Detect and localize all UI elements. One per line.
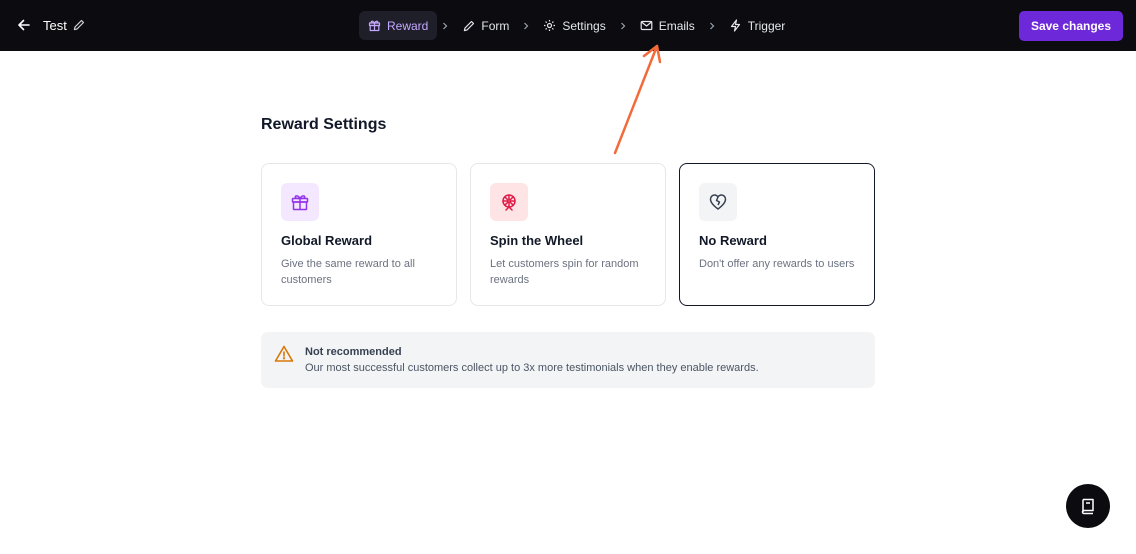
heart-crack-icon	[699, 183, 737, 221]
ferris-wheel-icon	[490, 183, 528, 221]
chevron-right-icon	[705, 11, 719, 40]
pencil-icon	[462, 19, 475, 32]
mail-icon	[640, 19, 653, 32]
pencil-icon	[73, 19, 85, 31]
tab-emails-label: Emails	[658, 18, 695, 33]
tab-form-label: Form	[481, 18, 510, 33]
tab-trigger-label: Trigger	[747, 18, 786, 33]
gift-icon	[281, 183, 319, 221]
save-changes-button[interactable]: Save changes	[1018, 11, 1123, 41]
card-description: Let customers spin for random rewards	[490, 258, 639, 286]
tab-reward[interactable]: Reward	[359, 11, 438, 40]
back-button[interactable]	[14, 15, 34, 35]
arrow-left-icon	[18, 19, 30, 31]
warning-banner: Not recommended Our most successful cust…	[261, 332, 875, 388]
card-title: Global Reward	[281, 233, 373, 248]
card-title: No Reward	[699, 233, 767, 248]
help-button[interactable]	[1066, 484, 1110, 528]
warning-triangle-icon	[274, 345, 294, 362]
card-description: Don't offer any rewards to users	[699, 258, 855, 270]
tab-settings-label: Settings	[562, 18, 606, 33]
card-title: Spin the Wheel	[490, 233, 584, 248]
tab-reward-label: Reward	[387, 18, 429, 33]
card-description: Give the same reward to all customers	[281, 258, 415, 286]
gift-icon	[368, 19, 381, 32]
step-navigation: Reward Form Settings Emails Trigger	[359, 11, 794, 40]
reward-card-spin[interactable]: Spin the Wheel Let customers spin for ra…	[470, 163, 666, 306]
lightning-icon	[729, 19, 742, 32]
reward-options: Global Reward Give the same reward to al…	[261, 163, 875, 306]
top-bar: Test Reward Form Settings Emails Trigger…	[0, 0, 1136, 51]
warning-text: Our most successful customers collect up…	[305, 362, 759, 374]
edit-title-button[interactable]	[72, 18, 86, 32]
chevron-right-icon	[519, 11, 533, 40]
page-title: Reward Settings	[261, 116, 387, 133]
reward-card-none[interactable]: No Reward Don't offer any rewards to use…	[679, 163, 875, 306]
chevron-right-icon	[438, 11, 452, 40]
tab-trigger[interactable]: Trigger	[720, 11, 795, 40]
project-title: Test	[43, 18, 67, 33]
gear-icon	[543, 19, 556, 32]
arrow-icon	[613, 44, 662, 155]
tab-form[interactable]: Form	[453, 11, 518, 40]
warning-title: Not recommended	[305, 346, 402, 358]
book-icon	[1081, 498, 1094, 515]
reward-card-global[interactable]: Global Reward Give the same reward to al…	[261, 163, 457, 306]
